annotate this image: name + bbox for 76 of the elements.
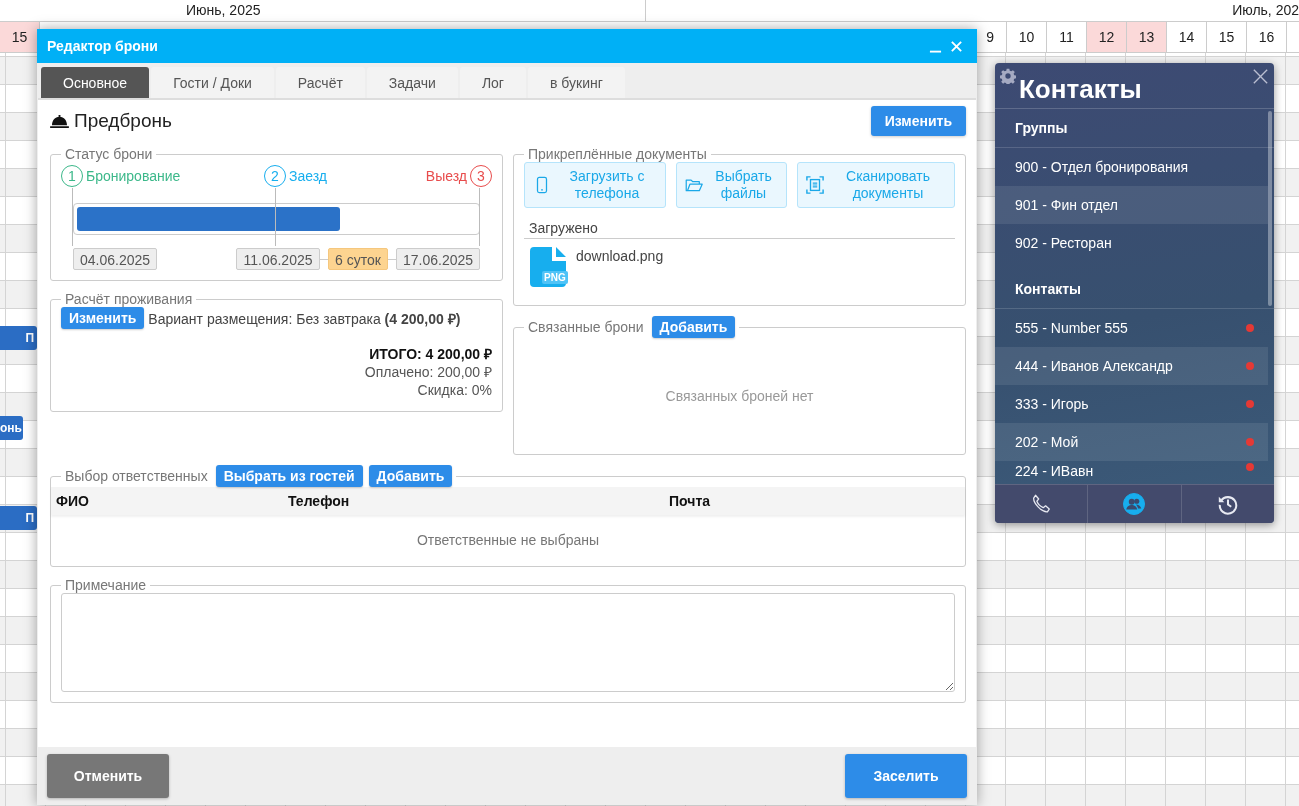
file-name[interactable]: download.png	[576, 247, 664, 287]
column-header: Почта	[669, 493, 711, 509]
check-in-button[interactable]: Заселить	[845, 754, 967, 798]
cancel-button[interactable]: Отменить	[47, 754, 169, 798]
date-chip: 17.06.2025	[396, 248, 480, 270]
add-button[interactable]: Добавить	[651, 316, 736, 338]
tab[interactable]: Задачи	[366, 67, 458, 98]
panel-legend: Примечание	[65, 577, 147, 593]
date-chip: 04.06.2025	[73, 248, 157, 270]
contact-item[interactable]: 224 - ИВавн	[995, 461, 1268, 484]
note-field[interactable]	[61, 593, 955, 692]
panel-legend: Выбор ответственных	[65, 468, 208, 484]
day-cell: 12	[1087, 22, 1127, 52]
contacts-icon	[1123, 493, 1146, 515]
bell-icon	[50, 113, 69, 129]
empty-message: Связанных броней нет	[664, 387, 815, 406]
total-text: ИТОГО: 4 200,00 ₽	[369, 345, 492, 363]
contact-item[interactable]: 333 - Игорь	[995, 385, 1268, 423]
scrollbar[interactable]	[1268, 111, 1272, 306]
tab[interactable]: в букинг	[527, 67, 625, 98]
add-button[interactable]: Выбрать из гостей	[215, 465, 363, 487]
contact-item[interactable]: 202 - Мой	[995, 423, 1268, 461]
date-chip: 11.06.2025	[236, 248, 320, 270]
contact-item[interactable]: 901 - Фин отдел	[995, 186, 1268, 224]
column-header: ФИО	[55, 493, 90, 509]
nights-chip: 6 суток	[328, 248, 388, 270]
panel-legend: Прикреплённые документы	[528, 146, 707, 162]
panel-title: Контакты	[1019, 74, 1142, 105]
day-cell: 13	[1127, 22, 1167, 52]
booking-bar[interactable]: П	[0, 506, 37, 530]
contact-item[interactable]: 555 - Number 555	[995, 309, 1268, 347]
file-type-badge: PNG	[542, 271, 568, 284]
settings-icon[interactable]	[1000, 68, 1016, 84]
day-cell: 15	[0, 22, 40, 52]
step-number: 1	[61, 165, 83, 187]
month-label: Июнь, 2025	[186, 2, 261, 18]
section-heading: Группы	[995, 109, 1274, 148]
scan-icon	[806, 176, 824, 194]
tab[interactable]: Гости / Доки	[151, 67, 274, 98]
booking-bar[interactable]: П	[0, 326, 37, 350]
contact-item[interactable]: 444 - Иванов Александр	[995, 347, 1268, 385]
panel-legend: Расчёт проживания	[65, 291, 193, 307]
contact-item[interactable]: 900 - Отдел бронирования	[995, 148, 1268, 186]
tab[interactable]: Основное	[41, 67, 150, 98]
edit-button[interactable]: Изменить	[870, 106, 966, 136]
panel-legend: Связанные брони	[528, 319, 644, 335]
month-label: Июль, 202	[1232, 2, 1299, 18]
paid-text: Оплачено: 200,00 ₽	[364, 363, 492, 381]
rate-text: Вариант размещения: Без завтрака (4 200,00 ₽)	[148, 309, 461, 328]
day-cell: 14	[1167, 22, 1207, 52]
booking-bar[interactable]: онь	[0, 416, 23, 440]
empty-message: Ответственные не выбраны	[415, 531, 601, 550]
day-cell: 15	[1207, 22, 1247, 52]
folder-icon	[685, 176, 703, 194]
discount-text: Скидка: 0%	[417, 381, 492, 399]
edit-button[interactable]: Изменить	[61, 307, 145, 329]
booking-status-title: Предбронь	[74, 110, 172, 132]
step-label: Выезд	[425, 168, 467, 184]
uploaded-heading: Загружено	[524, 220, 955, 239]
close-icon[interactable]	[1253, 69, 1268, 84]
window-title: Редактор брони	[47, 38, 159, 54]
history-icon	[1216, 493, 1239, 515]
step-number: 3	[470, 165, 492, 187]
contact-item[interactable]: 902 - Ресторан	[995, 224, 1268, 262]
step-number: 2	[264, 165, 286, 187]
add-button[interactable]: Добавить	[368, 465, 453, 487]
day-cell: 10	[1007, 22, 1047, 52]
phone-icon	[1030, 493, 1053, 515]
column-header: Телефон	[288, 493, 351, 509]
step-label: Бронирование	[86, 168, 181, 184]
day-cell: 16	[1247, 22, 1287, 52]
step-label: Заезд	[289, 168, 327, 184]
tab[interactable]: Расчёт	[275, 67, 365, 98]
panel-legend: Статус брони	[65, 146, 153, 162]
tab[interactable]: Лог	[459, 67, 526, 98]
section-heading: Контакты	[995, 270, 1274, 309]
